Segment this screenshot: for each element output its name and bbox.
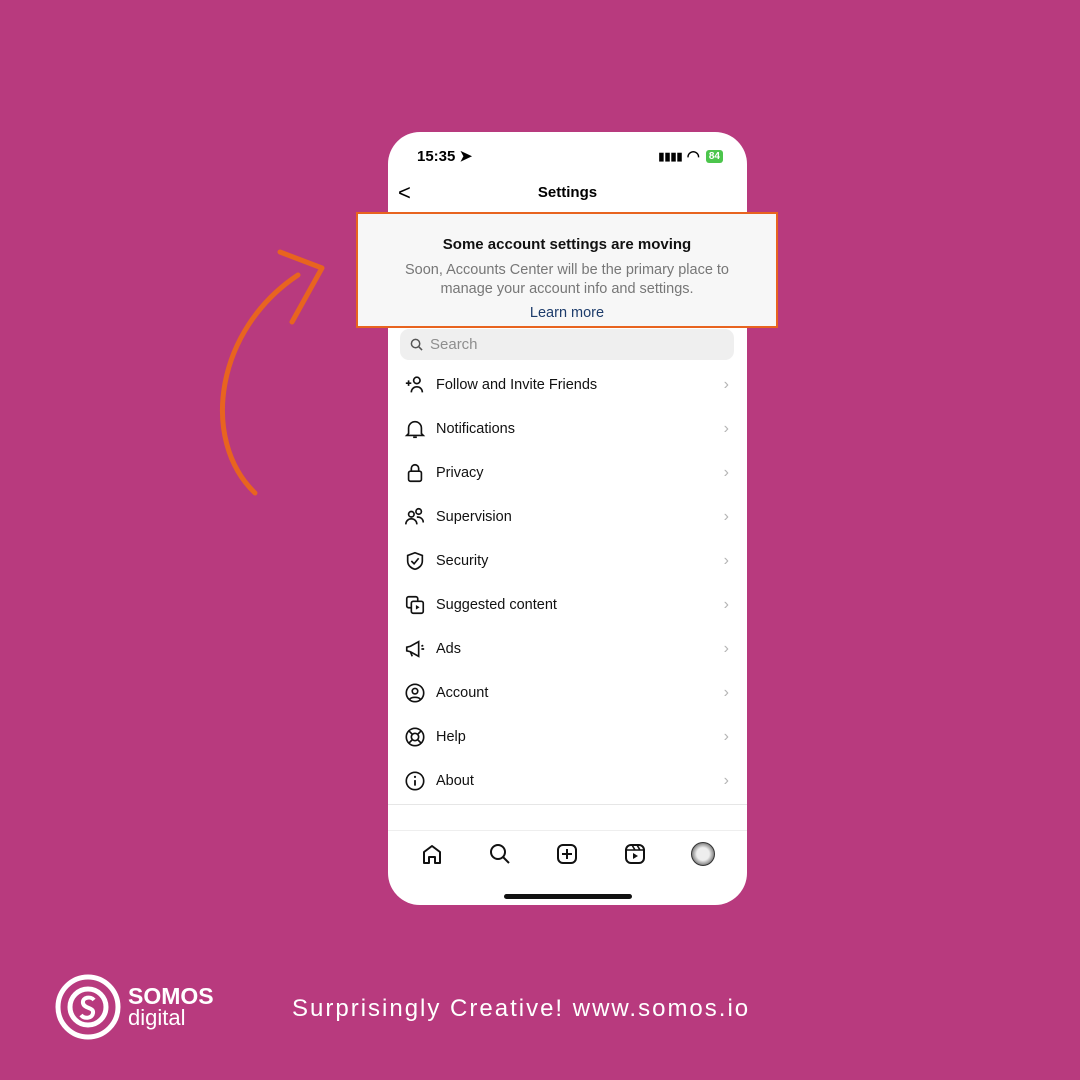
- divider: [388, 804, 747, 805]
- clock: 15:35: [417, 148, 456, 165]
- add-person-icon: [402, 374, 428, 396]
- settings-item-follow-and-invite-friends[interactable]: Follow and Invite Friends ›: [388, 363, 747, 407]
- home-icon[interactable]: [420, 842, 444, 866]
- back-button[interactable]: <: [398, 180, 411, 206]
- settings-item-account[interactable]: Account ›: [388, 671, 747, 715]
- somos-logo-icon: [55, 974, 121, 1040]
- banner-title: Some account settings are moving: [442, 236, 692, 253]
- create-icon[interactable]: [555, 842, 579, 866]
- chevron-right-icon: ›: [723, 420, 729, 437]
- media-icon: [402, 594, 428, 616]
- settings-item-ads[interactable]: Ads ›: [388, 627, 747, 671]
- accounts-center-banner: Some account settings are moving Soon, A…: [356, 212, 778, 328]
- settings-item-label: Supervision: [436, 509, 512, 525]
- chevron-right-icon: ›: [723, 728, 729, 745]
- settings-item-label: Follow and Invite Friends: [436, 377, 598, 393]
- settings-item-label: Suggested content: [436, 597, 557, 613]
- bell-icon: [402, 418, 428, 440]
- battery-icon: 84: [705, 149, 723, 163]
- banner-text-2: manage your account info and settings.: [440, 281, 694, 297]
- wifi-icon: ◠: [686, 148, 700, 165]
- nav-bar: < Settings: [388, 180, 747, 208]
- tab-bar: [388, 830, 747, 876]
- settings-item-about[interactable]: About ›: [388, 759, 747, 803]
- search-icon[interactable]: [488, 842, 512, 866]
- shield-icon: [402, 550, 428, 572]
- brand-name: SOMOS: [128, 983, 214, 1009]
- settings-item-label: Account: [436, 685, 489, 701]
- chevron-right-icon: ›: [723, 772, 729, 789]
- signal-icon: ▮▮▮▮: [658, 150, 683, 163]
- location-icon: ➤: [459, 148, 473, 165]
- settings-item-help[interactable]: Help ›: [388, 715, 747, 759]
- settings-item-suggested-content[interactable]: Suggested content ›: [388, 583, 747, 627]
- settings-item-label: Privacy: [436, 465, 484, 481]
- chevron-right-icon: ›: [723, 552, 729, 569]
- banner-text-1: Soon, Accounts Center will be the primar…: [405, 262, 729, 278]
- megaphone-icon: [402, 638, 428, 660]
- learn-more-link[interactable]: Learn more: [358, 305, 776, 321]
- search-icon: [410, 338, 423, 351]
- settings-item-notifications[interactable]: Notifications ›: [388, 407, 747, 451]
- settings-item-label: About: [436, 773, 474, 789]
- chevron-right-icon: ›: [723, 508, 729, 525]
- lock-icon: [402, 462, 428, 484]
- settings-item-label: Ads: [436, 641, 461, 657]
- tagline: Surprisingly Creative! www.somos.io: [292, 995, 751, 1022]
- profile-avatar[interactable]: [691, 841, 716, 866]
- search-placeholder: Search: [430, 336, 478, 353]
- settings-item-label: Help: [436, 729, 466, 745]
- reels-icon[interactable]: [623, 842, 647, 866]
- settings-item-supervision[interactable]: Supervision ›: [388, 495, 747, 539]
- settings-item-privacy[interactable]: Privacy ›: [388, 451, 747, 495]
- chevron-right-icon: ›: [723, 684, 729, 701]
- settings-item-label: Security: [436, 553, 489, 569]
- settings-item-label: Notifications: [436, 421, 515, 437]
- chevron-right-icon: ›: [723, 596, 729, 613]
- chevron-right-icon: ›: [723, 464, 729, 481]
- lifebuoy-icon: [402, 726, 428, 748]
- status-bar: 15:35 ➤ ▮▮▮▮ ◠ 84: [417, 146, 723, 166]
- home-indicator: [504, 894, 632, 899]
- chevron-right-icon: ›: [723, 640, 729, 657]
- people-icon: [402, 506, 428, 528]
- settings-item-security[interactable]: Security ›: [388, 539, 747, 583]
- chevron-right-icon: ›: [723, 376, 729, 393]
- brand-sub: digital: [128, 1005, 186, 1030]
- search-input[interactable]: Search: [400, 329, 734, 360]
- info-icon: [402, 770, 428, 792]
- page-title: Settings: [537, 184, 598, 201]
- somos-logo: SOMOS digital: [54, 972, 214, 1042]
- user-circle-icon: [402, 682, 428, 704]
